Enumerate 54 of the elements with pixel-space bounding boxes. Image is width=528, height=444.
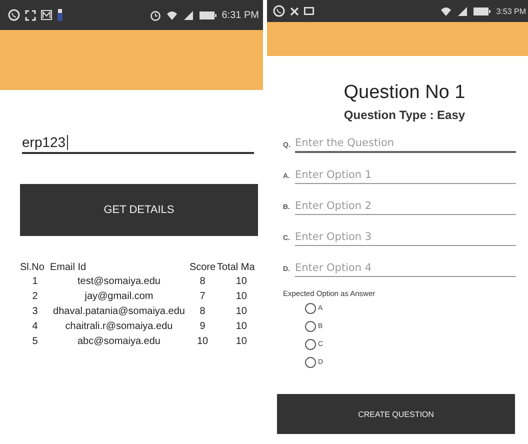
input-field[interactable]: Enter Option 4 xyxy=(295,260,516,277)
table-cell-text: 8 xyxy=(198,306,206,317)
table-cell-text: 7 xyxy=(198,291,206,302)
chat-icon xyxy=(273,5,285,17)
table-cell-text: jay@gmail.com xyxy=(84,291,154,302)
status-time: 3:53 PM xyxy=(496,6,526,16)
table-cell-text: 10 xyxy=(234,306,248,317)
table-cell-text: 5 xyxy=(31,336,39,347)
input-field[interactable]: Enter Option 1 xyxy=(295,167,516,184)
signal-icon xyxy=(182,10,194,20)
status-time: 6:31 PM xyxy=(222,10,259,20)
wifi-icon xyxy=(166,10,178,20)
table-cell-text: abc@somaiya.edu xyxy=(76,336,162,347)
column-header: Sl.No xyxy=(20,262,46,273)
table-cell-text: 10 xyxy=(196,336,210,347)
table-cell-text: 1 xyxy=(31,276,39,287)
table-cell-text: 10 xyxy=(234,336,248,347)
radio-button[interactable] xyxy=(305,321,316,332)
table-cell-text: 2 xyxy=(31,291,39,302)
table-cell-text: 3 xyxy=(31,306,39,317)
radio-button[interactable] xyxy=(305,303,316,314)
input-field[interactable]: Enter Option 2 xyxy=(295,198,516,215)
input-field[interactable]: Enter the Question xyxy=(295,135,516,153)
radio-button[interactable] xyxy=(305,357,316,368)
close-icon xyxy=(290,6,299,16)
table-cell-text: chaitrali.r@somaiya.edu xyxy=(64,321,174,332)
chat-icon xyxy=(8,9,20,21)
input-field[interactable]: Enter Option 3 xyxy=(295,229,516,246)
screenshot-icon xyxy=(25,10,36,20)
table-cell-text: 9 xyxy=(198,321,206,332)
signal-icon xyxy=(457,6,468,16)
table-cell-text: test@somaiya.edu xyxy=(76,276,162,287)
table-cell-text: 10 xyxy=(234,321,248,332)
text-field[interactable]: erp123 xyxy=(22,132,254,154)
wifi-icon xyxy=(440,6,452,16)
table-cell-text: dhaval.patania@somaiya.edu xyxy=(52,306,186,317)
alarm-icon xyxy=(150,10,161,20)
table-cell-text: 10 xyxy=(234,291,248,302)
battery-icon xyxy=(473,6,492,16)
table-cell-text: 8 xyxy=(198,276,206,287)
tablet-icon xyxy=(304,7,314,15)
column-header: Total Ma xyxy=(217,262,256,273)
radio-button[interactable] xyxy=(305,339,316,350)
battery-icon xyxy=(198,10,217,20)
usb-icon xyxy=(57,9,63,21)
create-question-button[interactable]: CREATE QUESTION xyxy=(277,394,515,434)
column-header: Email Id xyxy=(50,262,88,273)
column-header: Score xyxy=(188,262,217,273)
question-type: Question Type : Easy xyxy=(342,108,466,122)
mail-icon xyxy=(41,10,52,20)
table-cell-text: 4 xyxy=(31,321,39,332)
get-details-button[interactable]: GET DETAILS xyxy=(20,184,258,236)
table-cell-text: 10 xyxy=(234,276,248,287)
question-title: Question No 1 xyxy=(342,82,466,104)
